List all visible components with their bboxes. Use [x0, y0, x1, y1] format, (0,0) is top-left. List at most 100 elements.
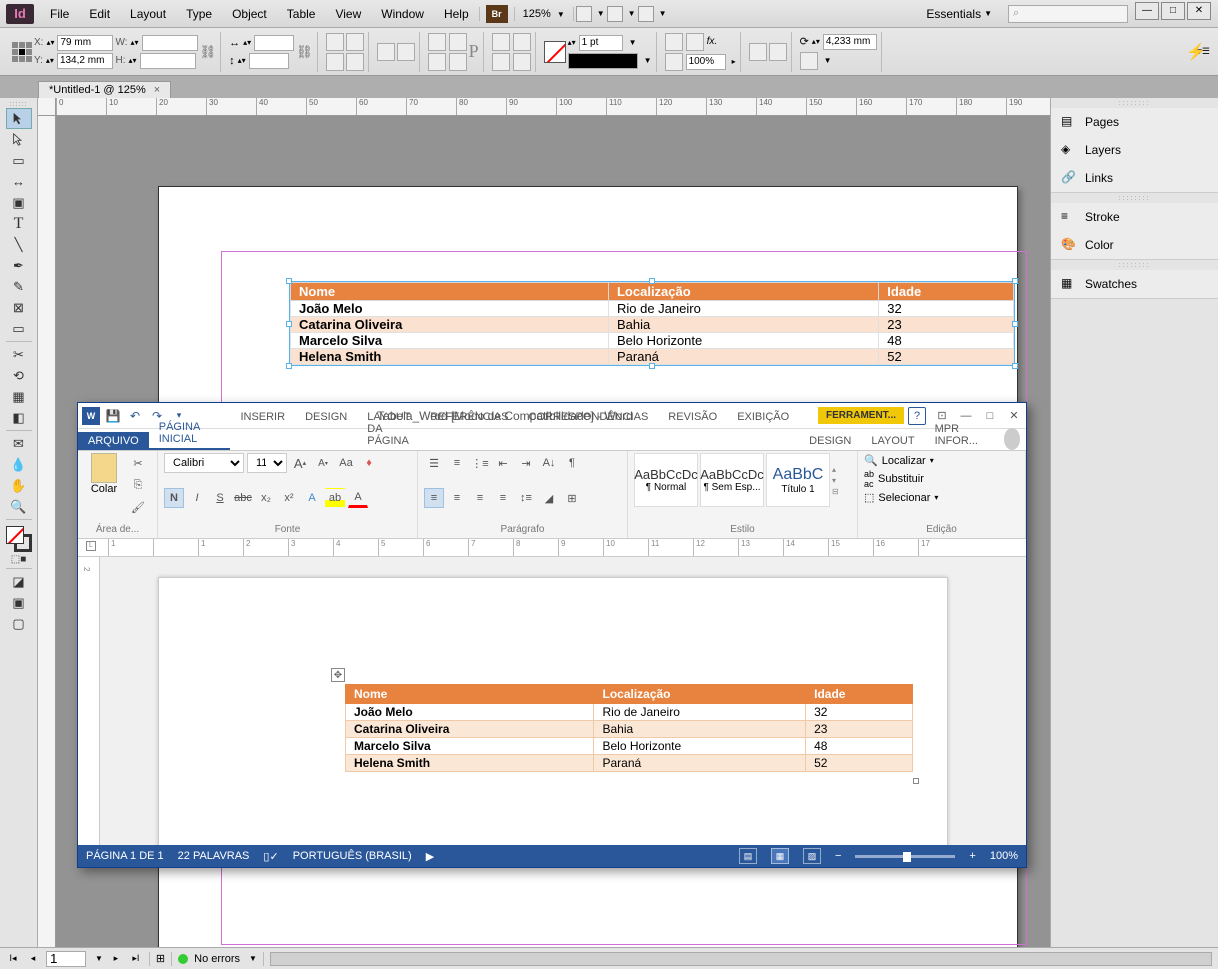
- handle-mr[interactable]: [1012, 321, 1018, 327]
- opacity-input[interactable]: [686, 54, 726, 70]
- sort-icon[interactable]: A↓: [539, 453, 559, 473]
- corner-bl-icon[interactable]: [428, 53, 446, 71]
- y-position-input[interactable]: [57, 53, 113, 69]
- table-row[interactable]: Catarina OliveiraBahia23: [346, 721, 913, 738]
- panel-links[interactable]: 🔗Links: [1051, 164, 1218, 192]
- save-icon[interactable]: 💾: [104, 407, 122, 425]
- rotate-ccw-icon[interactable]: [326, 53, 344, 71]
- macro-icon[interactable]: ▶: [426, 850, 434, 863]
- word-horizontal-ruler[interactable]: L 11234567891011121314151617: [78, 539, 1026, 557]
- preflight-status[interactable]: No errors: [194, 953, 240, 965]
- panel-swatches[interactable]: ▦Swatches: [1051, 270, 1218, 298]
- menu-help[interactable]: Help: [434, 0, 479, 27]
- highlight-icon[interactable]: ab: [325, 488, 345, 508]
- increase-indent-icon[interactable]: ⇥: [516, 453, 536, 473]
- help-icon[interactable]: ?: [908, 407, 926, 425]
- panel-grip[interactable]: ::::::::: [1051, 260, 1218, 270]
- show-marks-icon[interactable]: ¶: [562, 453, 582, 473]
- close-icon[interactable]: ×: [154, 84, 160, 96]
- prev-page-icon[interactable]: ◂: [26, 952, 40, 966]
- handle-ml[interactable]: [286, 321, 292, 327]
- view-options-icon[interactable]: [638, 6, 654, 22]
- text-effects-icon[interactable]: A: [302, 488, 322, 508]
- paste-button[interactable]: Colar: [84, 453, 124, 517]
- menu-layout[interactable]: Layout: [120, 0, 176, 27]
- menu-type[interactable]: Type: [176, 0, 222, 27]
- align-center-icon[interactable]: ≡: [447, 488, 467, 508]
- tab-layout-da-página[interactable]: LAYOUT DA PÁGINA: [357, 408, 420, 450]
- multilevel-list-icon[interactable]: ⋮≡: [470, 453, 490, 473]
- print-layout-icon[interactable]: ▦: [771, 848, 789, 864]
- decrease-indent-icon[interactable]: ⇤: [493, 453, 513, 473]
- rectangle-frame-tool-icon[interactable]: ⊠: [6, 297, 32, 318]
- corner-radius-input[interactable]: [823, 34, 877, 50]
- effects-icon[interactable]: [665, 33, 683, 51]
- undo-icon[interactable]: ↶: [126, 407, 144, 425]
- corner-tl-icon[interactable]: [428, 33, 446, 51]
- panel-grip[interactable]: ::::::::: [1051, 98, 1218, 108]
- tab-revisão[interactable]: REVISÃO: [658, 408, 727, 450]
- text-wrap-bbox-icon[interactable]: [769, 43, 787, 61]
- text-wrap-none-icon[interactable]: [749, 43, 767, 61]
- contextual-tab-design[interactable]: DESIGN: [799, 432, 861, 450]
- zoom-percent[interactable]: 100%: [990, 850, 1018, 862]
- strikethrough-icon[interactable]: abc: [233, 488, 253, 508]
- read-mode-icon[interactable]: ▤: [739, 848, 757, 864]
- arrange-docs-icon[interactable]: [607, 6, 623, 22]
- gradient-swatch-tool-icon[interactable]: ▦: [6, 386, 32, 407]
- flip-h-icon[interactable]: [346, 33, 364, 51]
- bold-icon[interactable]: N: [164, 488, 184, 508]
- clear-format-icon[interactable]: ♦: [359, 453, 379, 473]
- style-heading1[interactable]: AaBbCTítulo 1: [766, 453, 830, 507]
- tab-file[interactable]: ARQUIVO: [78, 432, 149, 450]
- replace-button[interactable]: abacSubstituir: [864, 468, 1019, 490]
- panel-layers[interactable]: ◈Layers: [1051, 136, 1218, 164]
- eyedropper-tool-icon[interactable]: 💧: [6, 454, 32, 475]
- proofing-icon[interactable]: ▯✓: [263, 850, 278, 863]
- align-icon[interactable]: [492, 33, 510, 51]
- table-row[interactable]: João MeloRio de Janeiro32: [346, 704, 913, 721]
- indesign-table[interactable]: NomeLocalizaçãoIdade João MeloRio de Jan…: [290, 282, 1014, 365]
- corner-shape-icon[interactable]: [800, 52, 818, 70]
- menu-view[interactable]: View: [325, 0, 371, 27]
- corner-tr-icon[interactable]: [449, 33, 467, 51]
- document-tab[interactable]: *Untitled-1 @ 125% ×: [38, 81, 171, 98]
- table-row[interactable]: Marcelo SilvaBelo Horizonte48: [291, 333, 1014, 349]
- menu-window[interactable]: Window: [371, 0, 434, 27]
- zoom-out-icon[interactable]: −: [835, 850, 841, 862]
- stroke-weight-input[interactable]: [579, 35, 623, 51]
- handle-bm[interactable]: [649, 363, 655, 369]
- panel-grip[interactable]: ::::::: [4, 100, 34, 108]
- view-mode-preview-icon[interactable]: ▢: [6, 613, 32, 634]
- user-name[interactable]: MPR Infor...: [925, 420, 998, 450]
- shrink-font-icon[interactable]: A▾: [313, 453, 333, 473]
- scale-y-input[interactable]: [249, 53, 289, 69]
- horizontal-scrollbar[interactable]: [270, 952, 1212, 966]
- handle-br[interactable]: [1012, 363, 1018, 369]
- table-row[interactable]: Marcelo SilvaBelo Horizonte48: [346, 738, 913, 755]
- scale-x-input[interactable]: [254, 35, 294, 51]
- vertical-ruler[interactable]: [38, 116, 56, 947]
- gradient-feather-tool-icon[interactable]: ◧: [6, 407, 32, 428]
- tab-home[interactable]: PÁGINA INICIAL: [149, 418, 231, 450]
- corner-br-icon[interactable]: [449, 53, 467, 71]
- content-collector-tool-icon[interactable]: ▣: [6, 192, 32, 213]
- find-button[interactable]: 🔍Localizar ▾: [864, 453, 1019, 468]
- word-app-icon[interactable]: W: [82, 407, 100, 425]
- reference-point[interactable]: [12, 42, 32, 62]
- view-mode-normal-icon[interactable]: ▣: [6, 592, 32, 613]
- distribute-icon[interactable]: [513, 33, 531, 51]
- zoom-slider[interactable]: [855, 855, 955, 858]
- table-header[interactable]: Localização: [608, 283, 878, 301]
- direct-selection-tool-icon[interactable]: [6, 129, 32, 150]
- word-close-icon[interactable]: ✕: [1002, 406, 1026, 426]
- note-tool-icon[interactable]: ✉: [6, 433, 32, 454]
- text-frame[interactable]: NomeLocalizaçãoIdade João MeloRio de Jan…: [289, 281, 1015, 366]
- open-dialog-icon[interactable]: ⊞: [156, 952, 165, 965]
- bullets-icon[interactable]: ☰: [424, 453, 444, 473]
- word-vertical-ruler[interactable]: 2: [78, 557, 100, 845]
- web-layout-icon[interactable]: ▨: [803, 848, 821, 864]
- italic-icon[interactable]: I: [187, 488, 207, 508]
- apply-color-icon[interactable]: ◪: [6, 571, 32, 592]
- page-number-input[interactable]: [46, 951, 86, 967]
